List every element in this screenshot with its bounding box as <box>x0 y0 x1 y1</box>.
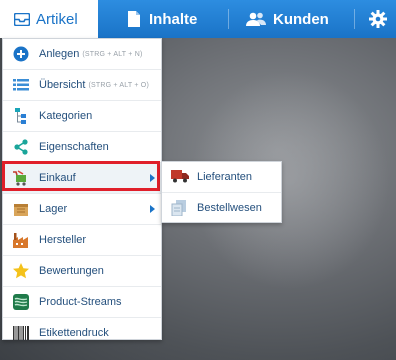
tab-kunden-label: Kunden <box>273 10 329 28</box>
menu-item-lager[interactable]: Lager <box>3 194 161 225</box>
menu-item-label: Bewertungen <box>39 265 104 277</box>
box-icon <box>13 201 29 217</box>
menu-item-label: Anlegen <box>39 48 80 60</box>
menu-item-label: Lager <box>39 203 68 215</box>
tree-icon <box>13 108 29 124</box>
truck-icon <box>171 169 189 185</box>
menu-item-product-streams[interactable]: Product-Streams <box>3 287 161 318</box>
menu-item-bewertungen[interactable]: Bewertungen <box>3 256 161 287</box>
menu-item-label: Etikettendruck <box>39 327 109 339</box>
menu-item-label: Product-Streams <box>39 296 122 308</box>
stream-icon <box>13 294 29 310</box>
artikel-dropdown-menu: Anlegen (STRG + ALT + N) Übersicht (STRG… <box>2 38 162 340</box>
gear-icon <box>369 10 387 28</box>
plus-circle-icon <box>13 46 29 62</box>
settings-button[interactable] <box>369 0 387 38</box>
submenu-item-lieferanten[interactable]: Lieferanten <box>162 162 281 193</box>
menu-item-anlegen[interactable]: Anlegen (STRG + ALT + N) <box>3 39 161 70</box>
menu-item-uebersicht[interactable]: Übersicht (STRG + ALT + O) <box>3 70 161 101</box>
menu-item-eigenschaften[interactable]: Eigenschaften <box>3 132 161 163</box>
menu-item-shortcut: (STRG + ALT + O) <box>88 81 149 89</box>
menu-item-label: Hersteller <box>39 234 87 246</box>
menu-item-shortcut: (STRG + ALT + N) <box>82 50 143 58</box>
tab-kunden[interactable]: Kunden <box>246 0 329 38</box>
menu-item-label: Einkauf <box>39 172 76 184</box>
factory-icon <box>13 232 29 248</box>
menu-item-label: Eigenschaften <box>39 141 109 153</box>
tab-separator <box>354 9 355 29</box>
share-icon <box>13 139 29 155</box>
barcode-icon <box>13 325 29 341</box>
submenu-item-bestellwesen[interactable]: Bestellwesen <box>162 193 281 223</box>
submenu-item-label: Bestellwesen <box>197 202 262 214</box>
tab-inhalte[interactable]: Inhalte <box>128 0 197 38</box>
submenu-item-label: Lieferanten <box>197 171 253 183</box>
list-icon <box>13 77 29 93</box>
menu-item-kategorien[interactable]: Kategorien <box>3 101 161 132</box>
menu-item-einkauf[interactable]: Einkauf <box>3 163 161 194</box>
inbox-icon <box>14 12 30 26</box>
users-icon <box>246 12 266 26</box>
submenu-arrow-icon <box>150 174 155 182</box>
star-icon <box>13 263 29 279</box>
document-icon <box>128 11 140 27</box>
cart-icon <box>13 170 29 186</box>
tab-inhalte-label: Inhalte <box>149 10 198 28</box>
tab-separator <box>228 9 229 29</box>
menu-item-etikettendruck[interactable]: Etikettendruck <box>3 318 161 348</box>
einkauf-submenu: Lieferanten Bestellwesen <box>161 161 282 223</box>
tab-artikel[interactable]: Artikel <box>0 0 98 38</box>
tab-artikel-label: Artikel <box>36 10 78 28</box>
menu-item-hersteller[interactable]: Hersteller <box>3 225 161 256</box>
submenu-arrow-icon <box>150 205 155 213</box>
menu-item-label: Kategorien <box>39 110 93 122</box>
documents-icon <box>171 200 187 217</box>
top-navigation-bar: Artikel Inhalte Kunden <box>0 0 396 38</box>
menu-item-label: Übersicht <box>39 79 86 91</box>
